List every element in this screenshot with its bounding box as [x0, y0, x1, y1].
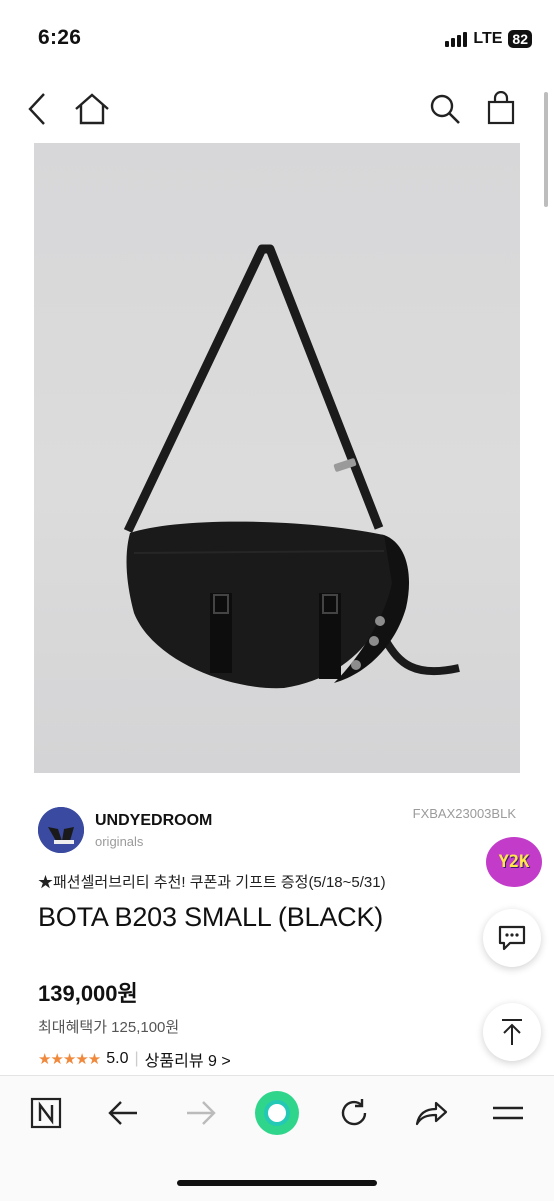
- product-image[interactable]: [34, 143, 520, 773]
- menu-icon: [493, 1106, 523, 1120]
- status-indicators: LTE 82: [445, 30, 532, 48]
- search-icon: [430, 94, 460, 124]
- share-button[interactable]: [407, 1089, 455, 1137]
- browser-back-button[interactable]: [99, 1089, 147, 1137]
- brand-name[interactable]: UNDYEDROOM: [95, 812, 212, 830]
- y2k-badge-button[interactable]: Y2K: [486, 837, 542, 887]
- arrow-right-icon: [187, 1101, 216, 1125]
- signal-icon: [445, 31, 468, 47]
- y2k-badge-label: Y2K: [498, 852, 530, 872]
- chat-button[interactable]: [483, 909, 541, 967]
- home-indicator[interactable]: [177, 1180, 377, 1186]
- status-time: 6:26: [38, 26, 82, 49]
- battery-level: 82: [508, 30, 532, 48]
- menu-button[interactable]: [484, 1089, 532, 1137]
- rating-stars: ★★★★★: [38, 1051, 101, 1068]
- back-button[interactable]: [16, 87, 60, 131]
- rating-row: ★★★★★ 5.0 | 상품리뷰 9 >: [38, 1047, 231, 1071]
- shopping-bag-icon: [487, 91, 515, 125]
- home-icon: [75, 93, 109, 125]
- product-title: BOTA B203 SMALL (BLACK): [38, 902, 384, 932]
- arrow-left-icon: [108, 1101, 137, 1125]
- promo-text: ★패션셀러브리티 추천! 쿠폰과 기프트 증정(5/18~5/31): [38, 874, 386, 891]
- product-price: 139,000원: [38, 981, 138, 1006]
- chat-bubble-icon: [498, 925, 526, 951]
- refresh-icon: [341, 1099, 367, 1126]
- max-benefit-price: 최대혜택가 125,100원: [38, 1019, 180, 1036]
- page-scrollbar[interactable]: [544, 92, 548, 207]
- network-type: LTE: [473, 30, 503, 47]
- review-link[interactable]: 상품리뷰 9 >: [145, 1047, 231, 1071]
- share-icon: [415, 1101, 448, 1126]
- cart-button[interactable]: [479, 86, 523, 130]
- rating-value: 5.0: [106, 1050, 129, 1067]
- rating-divider: |: [134, 1050, 139, 1067]
- chevron-left-icon: [28, 93, 45, 125]
- browser-forward-button[interactable]: [177, 1089, 225, 1137]
- green-dot-icon: [255, 1091, 299, 1135]
- scroll-top-icon: [502, 1019, 522, 1045]
- brand-subtitle: originals: [95, 834, 144, 849]
- naver-button[interactable]: [22, 1089, 70, 1137]
- search-button[interactable]: [423, 87, 467, 131]
- bag-illustration: [123, 244, 460, 689]
- product-code: FXBAX23003BLK: [412, 806, 516, 821]
- brand-avatar[interactable]: [38, 807, 84, 853]
- green-dot-button[interactable]: [253, 1089, 301, 1137]
- naver-n-icon: [30, 1097, 62, 1129]
- brand-logo-icon: [38, 807, 84, 853]
- refresh-button[interactable]: [330, 1089, 378, 1137]
- scroll-top-button[interactable]: [483, 1003, 541, 1061]
- home-button[interactable]: [70, 87, 114, 131]
